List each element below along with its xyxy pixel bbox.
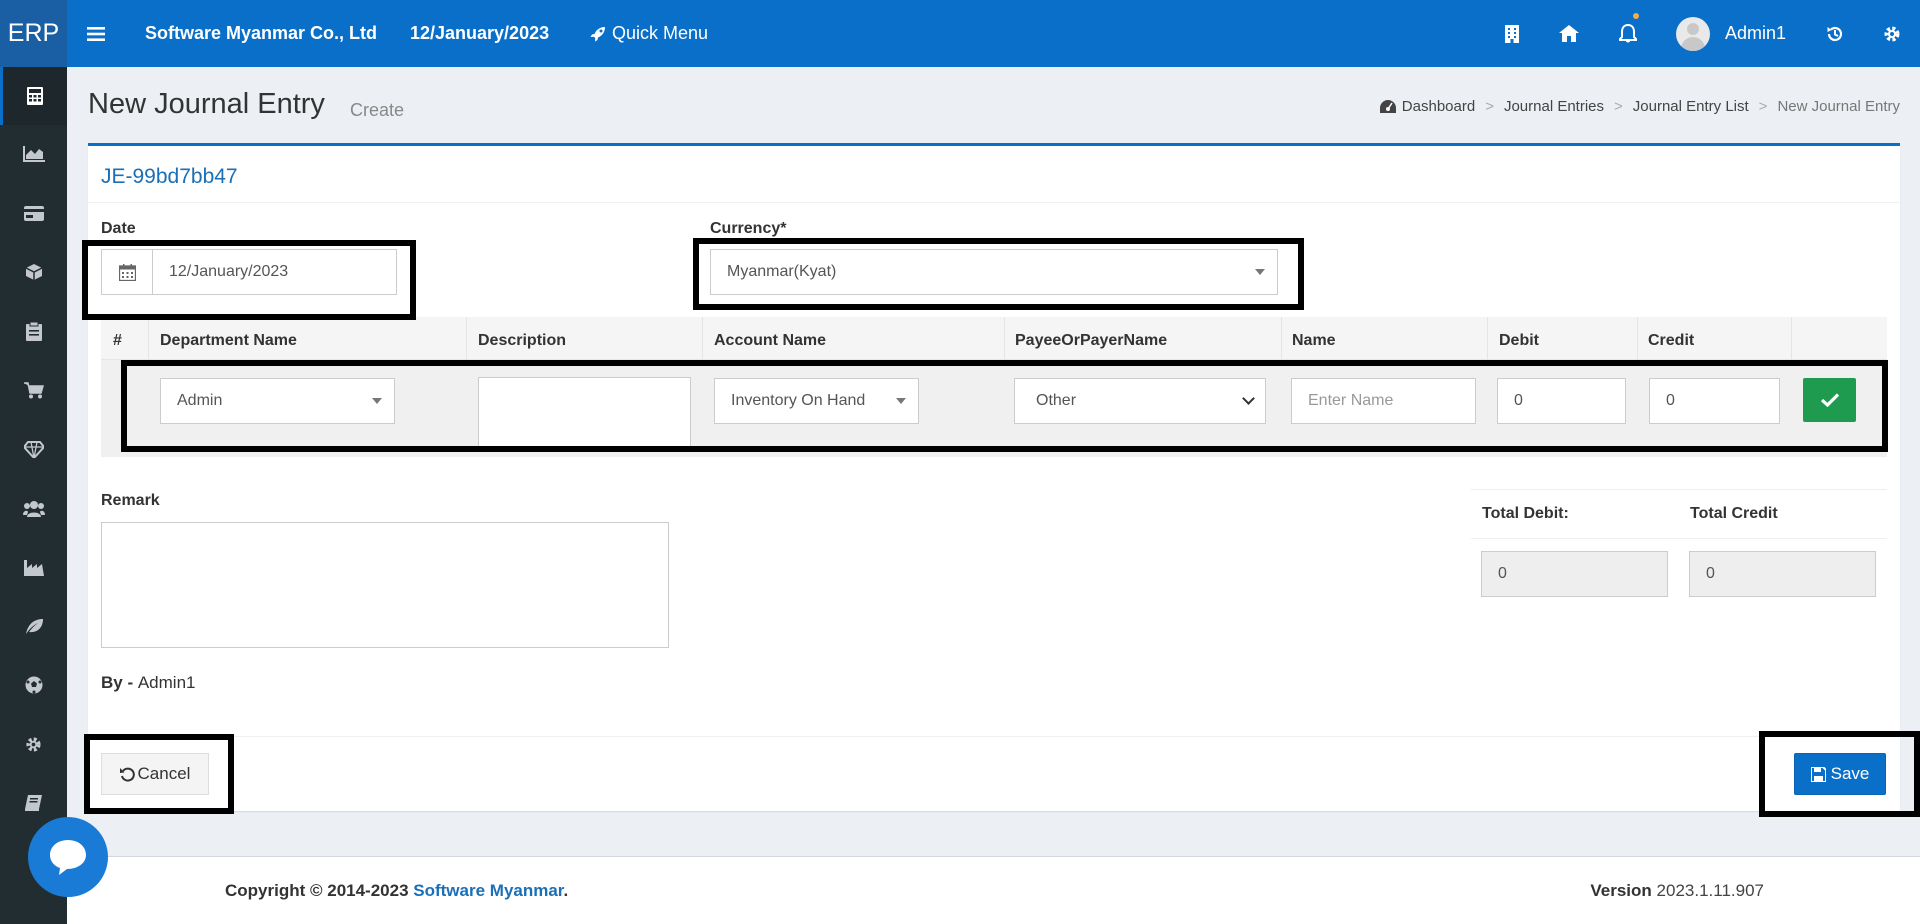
breadcrumb: Dashboard > Journal Entries > Journal En… bbox=[1379, 98, 1900, 115]
user-name[interactable]: Admin1 bbox=[1725, 0, 1786, 67]
cancel-button[interactable]: Cancel bbox=[101, 753, 209, 795]
total-debit-field: 0 bbox=[1481, 551, 1668, 597]
menu-toggle-icon[interactable] bbox=[76, 0, 116, 67]
caret-down-icon bbox=[372, 398, 382, 404]
soccer-ball-icon[interactable] bbox=[0, 656, 67, 714]
calculator-icon[interactable] bbox=[0, 67, 67, 125]
copyright: Copyright © 2014-2023 Software Myanmar. bbox=[225, 881, 569, 900]
name-input[interactable]: Enter Name bbox=[1291, 378, 1476, 424]
col-header-payee: PayeeOrPayerName bbox=[1015, 332, 1168, 349]
department-select[interactable]: Admin bbox=[160, 378, 395, 424]
sidebar bbox=[0, 67, 67, 924]
credit-input[interactable]: 0 bbox=[1649, 378, 1780, 424]
floppy-disk-icon bbox=[1810, 766, 1826, 782]
calendar-icon[interactable] bbox=[101, 249, 153, 295]
leaf-icon[interactable] bbox=[0, 597, 67, 655]
area-chart-icon[interactable] bbox=[0, 125, 67, 183]
avatar[interactable] bbox=[1676, 17, 1710, 51]
cube-icon[interactable] bbox=[0, 243, 67, 301]
account-select[interactable]: Inventory On Hand bbox=[714, 378, 919, 424]
dashboard-icon bbox=[1379, 100, 1396, 113]
currency-select[interactable]: Myanmar(Kyat) bbox=[710, 249, 1278, 295]
col-header-debit: Debit bbox=[1499, 332, 1539, 349]
payee-select[interactable]: Other bbox=[1014, 378, 1266, 424]
diamond-icon[interactable] bbox=[0, 420, 67, 478]
page-title: New Journal Entry bbox=[88, 88, 325, 120]
history-icon[interactable] bbox=[1815, 0, 1855, 67]
journal-entry-code: JE-99bd7bb47 bbox=[101, 165, 238, 188]
industry-icon[interactable] bbox=[0, 538, 67, 596]
chat-widget-button[interactable] bbox=[28, 817, 108, 897]
breadcrumb-journal-entry-list[interactable]: Journal Entry List bbox=[1633, 98, 1749, 115]
save-button[interactable]: Save bbox=[1794, 753, 1886, 795]
breadcrumb-current: New Journal Entry bbox=[1777, 98, 1900, 115]
debit-input[interactable]: 0 bbox=[1497, 378, 1626, 424]
settings-gear-icon[interactable] bbox=[1872, 0, 1912, 67]
check-icon bbox=[1820, 393, 1839, 407]
col-header-account: Account Name bbox=[714, 332, 827, 349]
quick-menu-button[interactable]: Quick Menu bbox=[590, 0, 708, 67]
chat-bubble-icon bbox=[48, 838, 88, 876]
software-myanmar-link[interactable]: Software Myanmar bbox=[413, 881, 563, 900]
col-header-name: Name bbox=[1292, 332, 1336, 349]
users-icon[interactable] bbox=[0, 479, 67, 537]
top-navbar: ERP Software Myanmar Co., Ltd 12/January… bbox=[0, 0, 1920, 67]
credit-card-icon[interactable] bbox=[0, 184, 67, 242]
home-icon[interactable] bbox=[1549, 0, 1589, 67]
caret-down-icon bbox=[896, 398, 906, 404]
journal-entry-form: JE-99bd7bb47 bbox=[88, 143, 1900, 811]
date-input[interactable]: 12/January/2023 bbox=[152, 249, 397, 295]
version: Version 2023.1.11.907 bbox=[1590, 881, 1764, 900]
current-date: 12/January/2023 bbox=[410, 23, 550, 43]
caret-down-icon bbox=[1255, 269, 1265, 275]
total-credit-field: 0 bbox=[1689, 551, 1876, 597]
col-header-description: Description bbox=[478, 332, 567, 349]
brand-logo[interactable]: ERP bbox=[0, 0, 67, 67]
description-textarea[interactable] bbox=[478, 377, 691, 447]
page-subtitle: Create bbox=[350, 100, 405, 120]
breadcrumb-journal-entries[interactable]: Journal Entries bbox=[1504, 98, 1604, 115]
total-credit-label: Total Credit bbox=[1690, 505, 1778, 522]
undo-icon bbox=[119, 767, 135, 782]
chevron-down-icon bbox=[1242, 392, 1255, 405]
created-by: By - Admin1 bbox=[101, 673, 196, 692]
breadcrumb-dashboard[interactable]: Dashboard bbox=[1402, 98, 1475, 115]
gear-icon[interactable] bbox=[0, 715, 67, 773]
date-label: Date bbox=[101, 220, 136, 237]
total-debit-label: Total Debit: bbox=[1482, 505, 1569, 522]
box-header: JE-99bd7bb47 bbox=[88, 146, 1900, 203]
cart-icon[interactable] bbox=[0, 361, 67, 419]
rocket-icon bbox=[590, 26, 606, 42]
col-header-department: Department Name bbox=[160, 332, 297, 349]
confirm-row-button[interactable] bbox=[1803, 378, 1856, 422]
remark-textarea[interactable] bbox=[101, 522, 669, 648]
notification-dot bbox=[1633, 13, 1639, 19]
currency-label: Currency* bbox=[710, 220, 787, 237]
remark-label: Remark bbox=[101, 492, 160, 509]
notifications-bell-icon[interactable] bbox=[1608, 0, 1648, 67]
col-header-index: # bbox=[113, 332, 122, 349]
company-name[interactable]: Software Myanmar Co., Ltd bbox=[145, 0, 377, 67]
building-icon[interactable] bbox=[1492, 0, 1532, 67]
col-header-credit: Credit bbox=[1648, 332, 1695, 349]
clipboard-icon[interactable] bbox=[0, 302, 67, 360]
